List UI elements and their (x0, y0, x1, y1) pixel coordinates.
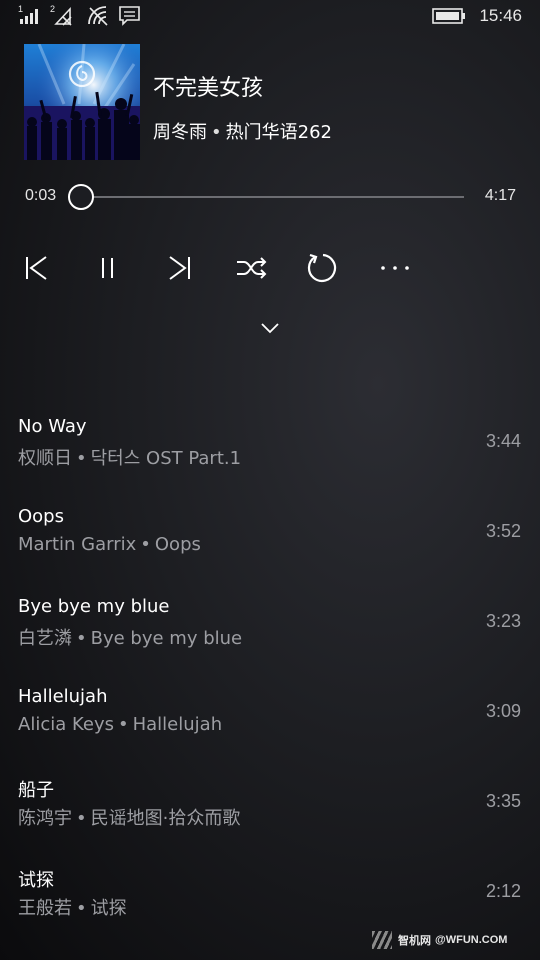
previous-button[interactable] (18, 250, 54, 286)
track-subtitle: 白艺潾 • Bye bye my blue (18, 624, 242, 650)
track-subtitle: Alicia Keys • Hallelujah (18, 714, 222, 735)
track-duration: 3:09 (485, 701, 521, 721)
shuffle-icon (237, 257, 267, 279)
next-button[interactable] (162, 250, 198, 286)
signal-bars-icon: 1 (18, 4, 44, 30)
track-subtitle: 权顺日 • 닥터스 OST Part.1 (18, 444, 241, 470)
concert-crowd-image (24, 44, 140, 160)
track-artist: 权顺日 (18, 448, 72, 469)
repeat-button[interactable] (305, 250, 341, 286)
track-artist: Martin Garrix (18, 534, 137, 555)
battery-icon (432, 8, 466, 28)
separator-dot: • (211, 122, 222, 143)
separator-dot: • (76, 628, 87, 649)
status-clock: 15:46 (479, 6, 522, 25)
separator-dot: • (140, 534, 151, 555)
playlist-item[interactable]: Bye bye my blue 白艺潾 • Bye bye my blue 3:23 (0, 582, 540, 672)
track-duration: 3:52 (485, 521, 521, 541)
more-icon (381, 266, 409, 270)
signal-bars-crossed-icon: 2 (50, 4, 76, 30)
track-duration: 2:12 (485, 881, 521, 901)
chevron-down-icon (261, 323, 279, 334)
song-subtitle[interactable]: 周冬雨 • 热门华语262 (153, 118, 332, 144)
track-duration: 3:23 (485, 611, 521, 631)
wifi-icon (86, 4, 110, 30)
pause-button[interactable] (90, 250, 126, 286)
more-button[interactable] (377, 250, 413, 286)
track-subtitle: Martin Garrix • Oops (18, 534, 201, 555)
track-duration: 3:44 (485, 431, 521, 451)
track-artist: Alicia Keys (18, 714, 114, 735)
separator-dot: • (76, 898, 87, 919)
separator-dot: • (76, 808, 87, 829)
collapse-button[interactable] (256, 318, 284, 338)
album-art[interactable] (24, 44, 140, 160)
playlist: No Way 权顺日 • 닥터스 OST Part.1 3:44 Oops Mart… (0, 402, 540, 942)
watermark-cn: 智机网 (398, 935, 431, 947)
previous-icon (26, 256, 47, 280)
repeat-icon (307, 253, 337, 283)
track-title: No Way (18, 416, 87, 437)
track-album: 试探 (90, 898, 127, 919)
progress-bar[interactable] (67, 184, 464, 210)
playlist-item-partial[interactable] (18, 950, 58, 960)
track-subtitle: 陈鸿宇 • 民谣地图·拾众而歌 (18, 804, 240, 830)
playlist-item[interactable]: Hallelujah Alicia Keys • Hallelujah 3:09 (0, 672, 540, 762)
playlist-item[interactable]: No Way 权顺日 • 닥터스 OST Part.1 3:44 (0, 402, 540, 492)
playlist-item[interactable]: Oops Martin Garrix • Oops 3:52 (0, 492, 540, 582)
track-duration: 3:35 (485, 791, 521, 811)
elapsed-time: 0:03 (25, 187, 57, 204)
track-album: 民谣地图·拾众而歌 (90, 808, 241, 829)
track-title: Bye bye my blue (18, 596, 170, 617)
message-icon (118, 4, 142, 30)
sim1-label: 1 (18, 4, 23, 14)
song-title: 不完美女孩 (153, 76, 264, 101)
sim2-label: 2 (50, 4, 55, 14)
track-artist: 陈鸿宇 (18, 808, 72, 829)
playlist-item[interactable]: 船子 陈鸿宇 • 民谣地图·拾众而歌 3:35 (0, 762, 540, 852)
track-title: 船子 (18, 780, 54, 801)
next-icon (169, 256, 190, 280)
total-time: 4:17 (484, 187, 516, 204)
separator-dot: • (76, 448, 87, 469)
track-album: Oops (154, 534, 201, 555)
watermark: 智机网 @WFUN.COM (372, 928, 540, 952)
track-title: Oops (18, 506, 64, 527)
track-title: 试探 (18, 870, 54, 891)
song-album: 热门华语262 (225, 122, 332, 143)
song-artist: 周冬雨 (153, 122, 207, 143)
progress-thumb[interactable] (67, 184, 94, 210)
track-artist: 白艺潾 (18, 628, 72, 649)
status-bar: 1 2 15:46 (0, 0, 540, 34)
watermark-site: @WFUN.COM (435, 934, 508, 946)
pause-icon (102, 258, 113, 278)
watermark-stripes-icon (372, 931, 392, 949)
track-artist: 王般若 (18, 898, 72, 919)
track-album: Hallelujah (132, 714, 223, 735)
track-title: Hallelujah (18, 686, 108, 707)
track-subtitle: 王般若 • 试探 (18, 894, 127, 920)
shuffle-button[interactable] (234, 250, 270, 286)
separator-dot: • (117, 714, 129, 735)
track-album: Bye bye my blue (90, 628, 243, 649)
track-album: 닥터스 OST Part.1 (90, 448, 242, 469)
